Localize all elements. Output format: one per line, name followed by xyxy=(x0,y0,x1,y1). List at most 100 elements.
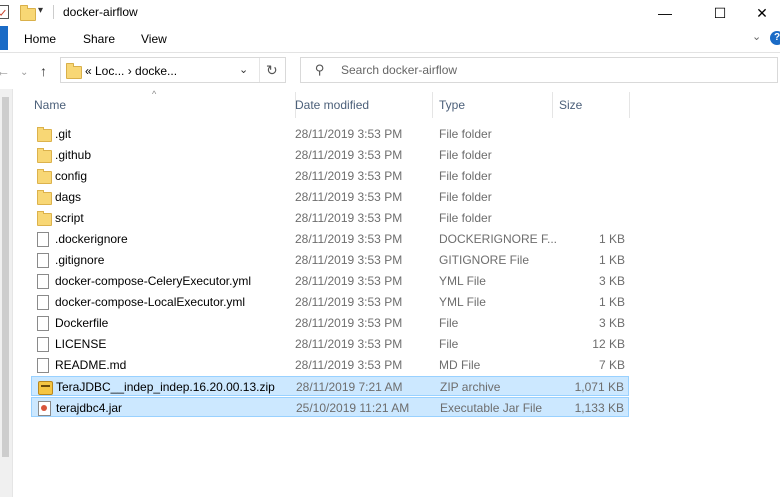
file-name: script xyxy=(55,211,84,225)
file-name: .dockerignore xyxy=(55,232,128,246)
file-row[interactable]: dags 28/11/2019 3:53 PM File folder xyxy=(31,187,629,207)
file-icon xyxy=(37,274,49,289)
file-name: README.md xyxy=(55,358,127,372)
file-date-modified: 28/11/2019 3:53 PM xyxy=(295,232,403,246)
search-box[interactable]: ⚲ xyxy=(300,57,778,83)
file-row[interactable]: .github 28/11/2019 3:53 PM File folder xyxy=(31,145,629,165)
file-name: LICENSE xyxy=(55,337,107,351)
column-size-header[interactable]: Size xyxy=(551,92,630,118)
back-button[interactable]: ← xyxy=(0,63,10,79)
file-type: File xyxy=(439,316,459,330)
folder-icon xyxy=(37,190,52,205)
expand-ribbon-icon[interactable]: ⌄ xyxy=(752,30,761,43)
file-size: 1,071 KB xyxy=(574,380,624,394)
quick-access-dropdown-icon[interactable]: ▾ xyxy=(38,5,43,16)
divider xyxy=(259,58,260,82)
file-date-modified: 28/11/2019 3:53 PM xyxy=(295,169,403,183)
file-name: docker-compose-LocalExecutor.yml xyxy=(55,295,246,309)
file-name: .github xyxy=(55,148,92,162)
folder-icon xyxy=(37,211,52,226)
file-name: terajdbc4.jar xyxy=(56,401,123,415)
file-type: Executable Jar File xyxy=(440,401,543,415)
file-row[interactable]: script 28/11/2019 3:53 PM File folder xyxy=(31,208,629,228)
file-size: 7 KB xyxy=(598,358,625,372)
tab-home[interactable]: Home xyxy=(24,32,56,46)
file-type: YML File xyxy=(439,274,486,288)
folder-icon xyxy=(37,169,52,184)
minimize-button[interactable]: — xyxy=(642,0,688,26)
search-icon: ⚲ xyxy=(315,62,325,77)
folder-icon xyxy=(37,148,52,163)
address-bar[interactable]: « Loc... › docke... ⌄ ↻ xyxy=(60,57,286,83)
file-name: .gitignore xyxy=(55,253,105,267)
file-name: .git xyxy=(55,127,72,141)
column-name-header[interactable]: Name xyxy=(26,92,296,118)
recent-locations-icon[interactable]: ⌄ xyxy=(20,67,28,78)
file-row[interactable]: docker-compose-LocalExecutor.yml 28/11/20… xyxy=(31,292,629,312)
file-row[interactable]: .gitignore 28/11/2019 3:53 PM GITIGNORE Fi… xyxy=(31,250,629,270)
navigation-pane-scrollbar[interactable] xyxy=(0,89,13,497)
column-header: Name Date modified Type Size xyxy=(12,92,780,120)
help-icon[interactable]: ? xyxy=(770,31,780,45)
file-row[interactable]: LICENSE 28/11/2019 3:53 PM File 12 KB xyxy=(31,334,629,354)
file-size: 1 KB xyxy=(598,232,625,246)
file-type: GITIGNORE File xyxy=(439,253,530,267)
file-row[interactable]: Dockerfile 28/11/2019 3:53 PM File 3 KB xyxy=(31,313,629,333)
file-type: DOCKERIGNORE F... xyxy=(439,232,558,246)
scrollbar-thumb[interactable] xyxy=(2,97,9,457)
breadcrumb[interactable]: « Loc... › docke... xyxy=(85,64,177,78)
jar-icon xyxy=(38,401,51,416)
file-type: YML File xyxy=(439,295,486,309)
file-name: docker-compose-CeleryExecutor.yml xyxy=(55,274,252,288)
file-row[interactable]: .dockerignore 28/11/2019 3:53 PM DOCKERIGN… xyxy=(31,229,629,249)
file-row[interactable]: .git 28/11/2019 3:53 PM File folder xyxy=(31,124,629,144)
file-type: File folder xyxy=(439,169,492,183)
search-input[interactable] xyxy=(341,61,741,79)
column-date-header[interactable]: Date modified xyxy=(287,92,433,118)
file-type: File folder xyxy=(439,190,492,204)
file-icon xyxy=(37,358,49,373)
close-button[interactable]: ✕ xyxy=(744,0,780,26)
file-icon xyxy=(37,295,49,310)
file-type: File folder xyxy=(439,127,492,141)
file-date-modified: 28/11/2019 7:21 AM xyxy=(296,380,403,394)
properties-checkmark-icon[interactable] xyxy=(0,5,9,19)
maximize-button[interactable]: ☐ xyxy=(697,0,743,26)
file-type: File folder xyxy=(439,148,492,162)
file-date-modified: 28/11/2019 3:53 PM xyxy=(295,274,403,288)
title-separator xyxy=(53,5,54,19)
file-icon xyxy=(37,316,49,331)
file-date-modified: 25/10/2019 11:21 AM xyxy=(296,401,410,415)
file-row[interactable]: docker-compose-CeleryExecutor.yml 28/11/2… xyxy=(31,271,629,291)
file-name: config xyxy=(55,169,88,183)
file-row[interactable]: config 28/11/2019 3:53 PM File folder xyxy=(31,166,629,186)
refresh-button[interactable]: ↻ xyxy=(266,62,278,79)
window-title: docker-airflow xyxy=(63,5,138,19)
file-row[interactable]: README.md 28/11/2019 3:53 PM MD File 7 KB xyxy=(31,355,629,375)
file-type: File folder xyxy=(439,211,492,225)
file-icon xyxy=(37,337,49,352)
file-row[interactable]: terajdbc4.jar 25/10/2019 11:21 AM Executab… xyxy=(31,397,629,417)
zip-icon xyxy=(38,381,53,395)
file-name: dags xyxy=(55,190,82,204)
file-type: ZIP archive xyxy=(440,380,501,394)
file-tab[interactable] xyxy=(0,26,8,50)
address-dropdown-icon[interactable]: ⌄ xyxy=(239,63,248,76)
file-name: TeraJDBC__indep_indep.16.20.00.13.zip xyxy=(56,380,275,394)
tab-share[interactable]: Share xyxy=(83,32,115,46)
up-button[interactable]: ↑ xyxy=(40,63,47,79)
column-type-header[interactable]: Type xyxy=(431,92,553,118)
file-icon xyxy=(37,253,49,268)
tab-view[interactable]: View xyxy=(141,32,167,46)
file-row[interactable]: TeraJDBC__indep_indep.16.20.00.13.zip 28/… xyxy=(31,376,629,396)
title-bar: ▾ docker-airflow — ☐ ✕ xyxy=(0,0,780,26)
file-date-modified: 28/11/2019 3:53 PM xyxy=(295,190,403,204)
file-size: 1 KB xyxy=(598,295,625,309)
file-size: 3 KB xyxy=(598,274,625,288)
folder-icon xyxy=(37,127,52,142)
ribbon: Home Share View ⌄ ? xyxy=(0,26,780,53)
file-type: MD File xyxy=(439,358,481,372)
folder-icon xyxy=(66,63,82,79)
file-size: 1,133 KB xyxy=(574,401,624,415)
file-type: File xyxy=(439,337,459,351)
